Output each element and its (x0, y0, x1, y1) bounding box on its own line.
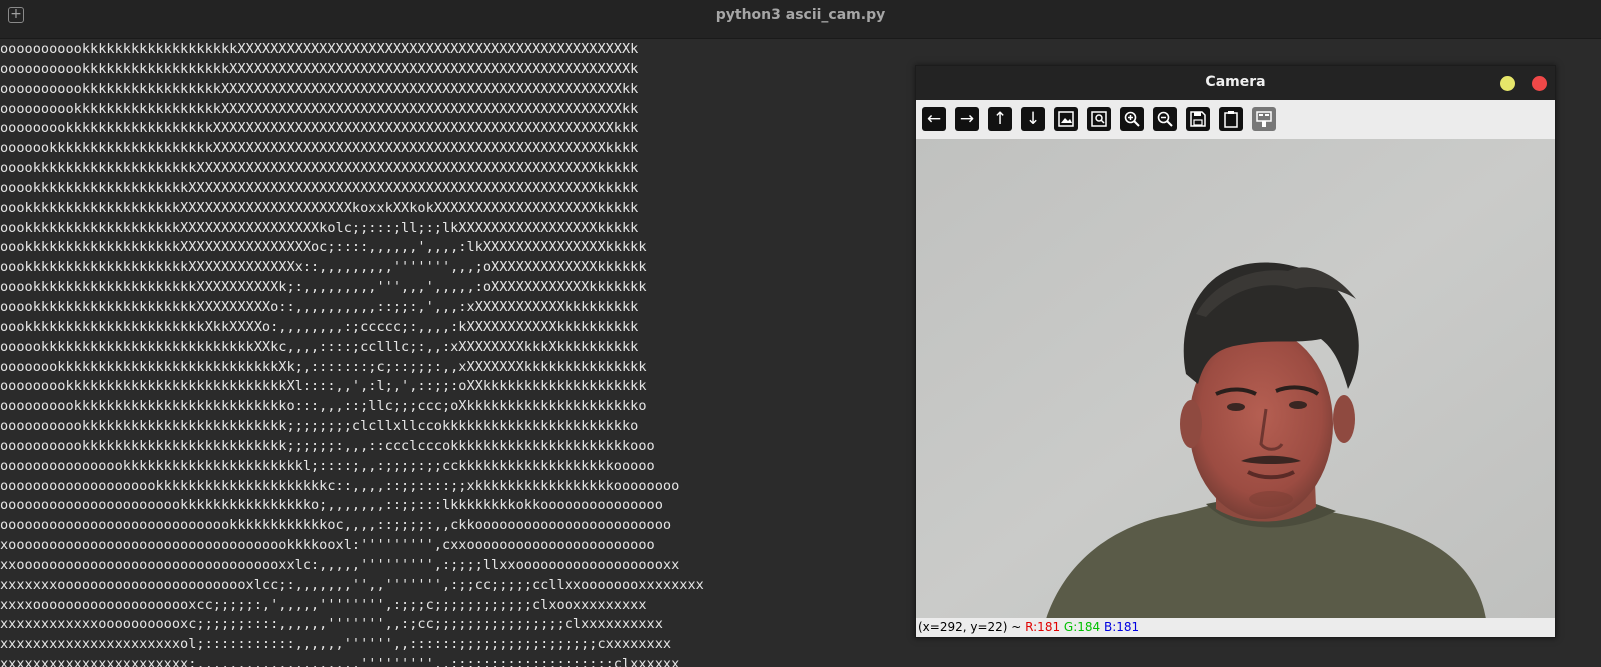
green-value: G:184 (1063, 620, 1101, 634)
pan-left-icon[interactable]: ← (922, 107, 946, 131)
terminal-line: ooooooooookkkkkkkkkkkkkkkkkkXXXXXXXXXXXX… (0, 60, 639, 77)
terminal-line: oookkkkkkkkkkkkkkkkkkkkXXXXXXXXXXXXXx::,… (0, 259, 647, 276)
terminal-line: xxxxxxxxxxxxooooooooooxc;;;;;;::::,,,,,,… (0, 616, 663, 633)
zoom-in-100-icon[interactable] (1054, 107, 1078, 131)
terminal-line: oookkkkkkkkkkkkkkkkkkkkkkXkkXXXXo:,,,,,,… (0, 318, 639, 335)
zoom-out-icon[interactable] (1153, 107, 1177, 131)
terminal-line: ooooooooookkkkkkkkkkkkkkkkkXXXXXXXXXXXXX… (0, 80, 639, 97)
zoom-fit-icon[interactable] (1087, 107, 1111, 131)
terminal-line: oooooooooooooooooookkkkkkkkkkkkkkkkkkkkk… (0, 477, 680, 494)
terminal-line: ooooooookkkkkkkkkkkkkkkkkkkkkkkkkkkXl:::… (0, 378, 647, 395)
terminal-line: ooookkkkkkkkkkkkkkkkkkkkXXXXXXXXXXXXXXXX… (0, 160, 639, 177)
terminal-line: ooooooooooooooooooooooooooookkkkkkkkkkkk… (0, 517, 672, 534)
terminal-line: xxooooooooooooooooooooooooooooooooxxlc:,… (0, 556, 680, 573)
camera-title: Camera (1205, 74, 1266, 90)
terminal-output: ooooooooookkkkkkkkkkkkkkkkkkkXXXXXXXXXXX… (0, 40, 800, 667)
terminal-line: oookkkkkkkkkkkkkkkkkkkXXXXXXXXXXXXXXXXXk… (0, 219, 639, 236)
terminal-line: xxxxxxxxxxxxxxxxxxxxxxol;:::::::::::,,,,… (0, 636, 672, 653)
terminal-line: oooooooooooooookkkkkkkkkkkkkkkkkkkkkkl;:… (0, 457, 655, 474)
camera-window: Camera ← → ↑ ↓ (x=292, y=22) ~ R:181 G:1… (915, 65, 1556, 638)
terminal-line: oooooooookkkkkkkkkkkkkkkkkkXXXXXXXXXXXXX… (0, 100, 639, 117)
terminal-line: ooooooooookkkkkkkkkkkkkkkkkkkXXXXXXXXXXX… (0, 41, 639, 57)
terminal-line: ooooooooooooooooooooookkkkkkkkkkkkkkkko;… (0, 497, 663, 514)
cursor-coords: (x=292, y=22) ~ (918, 620, 1026, 634)
terminal-line: ooookkkkkkkkkkkkkkkkkkkXXXXXXXXXXXXXXXXX… (0, 179, 639, 196)
blue-value: B:181 (1104, 620, 1140, 634)
webcam-image (916, 139, 1555, 619)
terminal-line: xooooooooooooooooooooooooooooooooookkkko… (0, 537, 655, 554)
terminal-line: oookkkkkkkkkkkkkkkkkkkXXXXXXXXXXXXXXXXoc… (0, 239, 647, 256)
terminal-line: oooookkkkkkkkkkkkkkkkkkkkkkkkkkXXkc,,,,:… (0, 338, 639, 355)
terminal-line: oooooookkkkkkkkkkkkkkkkkkkkkkkkkkkXk;,::… (0, 358, 647, 375)
zoom-in-icon[interactable] (1120, 107, 1144, 131)
terminal-line: ooookkkkkkkkkkkkkkkkkkkkXXXXXXXXXo::,,,,… (0, 298, 639, 315)
camera-titlebar[interactable]: Camera (916, 66, 1555, 100)
minimize-button[interactable] (1500, 76, 1515, 91)
terminal-line: ooooooookkkkkkkkkkkkkkkkkkXXXXXXXXXXXXXX… (0, 120, 639, 137)
pixel-status-bar: (x=292, y=22) ~ R:181 G:184 B:181 (916, 618, 1555, 637)
terminal-line: ooooookkkkkkkkkkkkkkkkkkkkXXXXXXXXXXXXXX… (0, 140, 639, 157)
terminal-line: oookkkkkkkkkkkkkkkkkkkXXXXXXXXXXXXXXXXXX… (0, 199, 639, 216)
close-button[interactable] (1532, 76, 1547, 91)
pan-down-icon[interactable]: ↓ (1021, 107, 1045, 131)
terminal-line: ooooooooookkkkkkkkkkkkkkkkkkkkkkkkk;;;;;… (0, 437, 655, 454)
camera-toolbar: ← → ↑ ↓ (916, 100, 1555, 139)
window-title: python3 ascii_cam.py (715, 7, 886, 23)
pan-up-icon[interactable]: ↑ (988, 107, 1012, 131)
save-icon[interactable] (1186, 107, 1210, 131)
terminal-line: xxxxxxxxxxxxxxxxxxxxxxx:,,,,,,,,,,,,,,,,… (0, 656, 680, 667)
properties-icon[interactable] (1252, 107, 1276, 131)
terminal-line: ooookkkkkkkkkkkkkkkkkkkkXXXXXXXXXXk;:,,,… (0, 279, 647, 296)
camera-frame[interactable] (916, 139, 1555, 619)
terminal-line: xxxxoooooooooooooooooooxcc;;;;;:,',,,,,'… (0, 596, 647, 613)
pan-right-icon[interactable]: → (955, 107, 979, 131)
red-value: R:181 (1025, 620, 1061, 634)
terminal-line: oooooooookkkkkkkkkkkkkkkkkkkkkkkkkko:::,… (0, 398, 647, 415)
terminal-line: ooooooooookkkkkkkkkkkkkkkkkkkkkkkkk;;;;;… (0, 418, 639, 435)
terminal-titlebar: + python3 ascii_cam.py (0, 0, 1601, 39)
terminal-line: xxxxxxxoooooooooooooooooooooooxlcc;:,,,,… (0, 576, 704, 593)
copy-clipboard-icon[interactable] (1219, 107, 1243, 131)
